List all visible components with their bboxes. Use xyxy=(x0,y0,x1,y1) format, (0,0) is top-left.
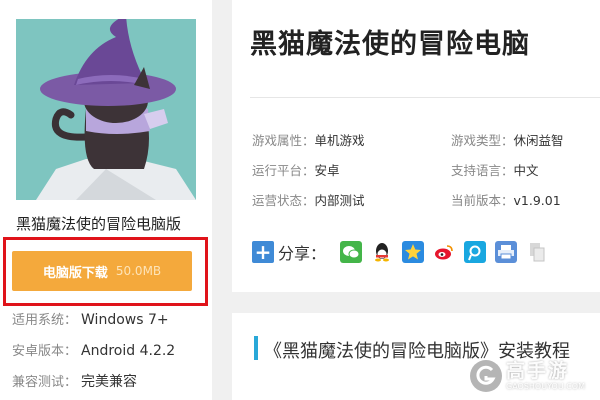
attr-value: 单机游戏 xyxy=(314,133,365,148)
android-value: Android 4.2.2 xyxy=(81,343,176,359)
version-value: v1.9.01 xyxy=(513,193,561,208)
info-version: 当前版本：v1.9.01 xyxy=(451,190,561,209)
platform-value: 安卓 xyxy=(314,163,340,178)
share-plus-icon[interactable]: + xyxy=(252,241,274,263)
lang-value: 中文 xyxy=(513,163,539,178)
title-divider xyxy=(250,97,600,98)
type-value: 休闲益智 xyxy=(513,133,564,148)
game-name: 黑猫魔法使的冒险电脑版 xyxy=(16,215,182,233)
android-row: 安卓版本： Android 4.2.2 xyxy=(12,340,175,359)
gaoshouyou-logo-icon xyxy=(470,360,502,392)
qq-icon[interactable] xyxy=(371,241,394,263)
section-accent-bar xyxy=(254,336,258,360)
compat-value: 完美兼容 xyxy=(81,374,138,390)
compat-row: 兼容测试： 完美兼容 xyxy=(12,371,137,391)
weibo-icon[interactable] xyxy=(433,241,456,263)
system-row: 适用系统： Windows 7+ xyxy=(12,309,169,328)
watermark-cn: 高手游 xyxy=(506,359,570,382)
type-label: 游戏类型： xyxy=(451,133,514,148)
version-label: 当前版本： xyxy=(451,193,514,208)
watermark-en: GAOSHOUYOU.COM xyxy=(506,381,586,391)
tencent-weibo-icon[interactable] xyxy=(464,241,487,263)
pc-download-button[interactable]: 电脑版下载 50.0MB xyxy=(12,251,192,291)
system-value: Windows 7+ xyxy=(81,312,169,328)
info-language: 支持语言：中文 xyxy=(451,160,539,179)
page-title: 黑猫魔法使的冒险电脑 xyxy=(250,29,530,60)
attr-label: 游戏属性： xyxy=(252,133,315,148)
info-type: 游戏类型：休闲益智 xyxy=(451,130,564,149)
black-cat-wizard-illustration xyxy=(16,19,196,200)
system-label: 适用系统： xyxy=(12,313,78,328)
info-status: 运营状态：内部测试 xyxy=(252,190,365,209)
lang-label: 支持语言： xyxy=(451,163,514,178)
status-label: 运营状态： xyxy=(252,193,315,208)
info-platform: 运行平台：安卓 xyxy=(252,160,340,179)
wechat-icon[interactable] xyxy=(340,241,363,263)
game-cover-image[interactable] xyxy=(16,19,196,200)
compat-label: 兼容测试： xyxy=(12,375,78,390)
qzone-icon[interactable] xyxy=(402,241,425,263)
info-attr: 游戏属性：单机游戏 xyxy=(252,130,365,149)
share-label: 分享： xyxy=(278,244,327,263)
share-bar: + 分享： xyxy=(252,238,557,266)
print-icon[interactable] xyxy=(495,241,518,263)
download-label: 电脑版下载 xyxy=(42,265,108,281)
download-size: 50.0MB xyxy=(115,264,162,278)
status-value: 内部测试 xyxy=(314,193,365,208)
platform-label: 运行平台： xyxy=(252,163,315,178)
copy-icon[interactable] xyxy=(526,241,549,263)
site-watermark: 高手游 GAOSHOUYOU.COM xyxy=(470,358,594,394)
android-label: 安卓版本： xyxy=(12,344,78,359)
